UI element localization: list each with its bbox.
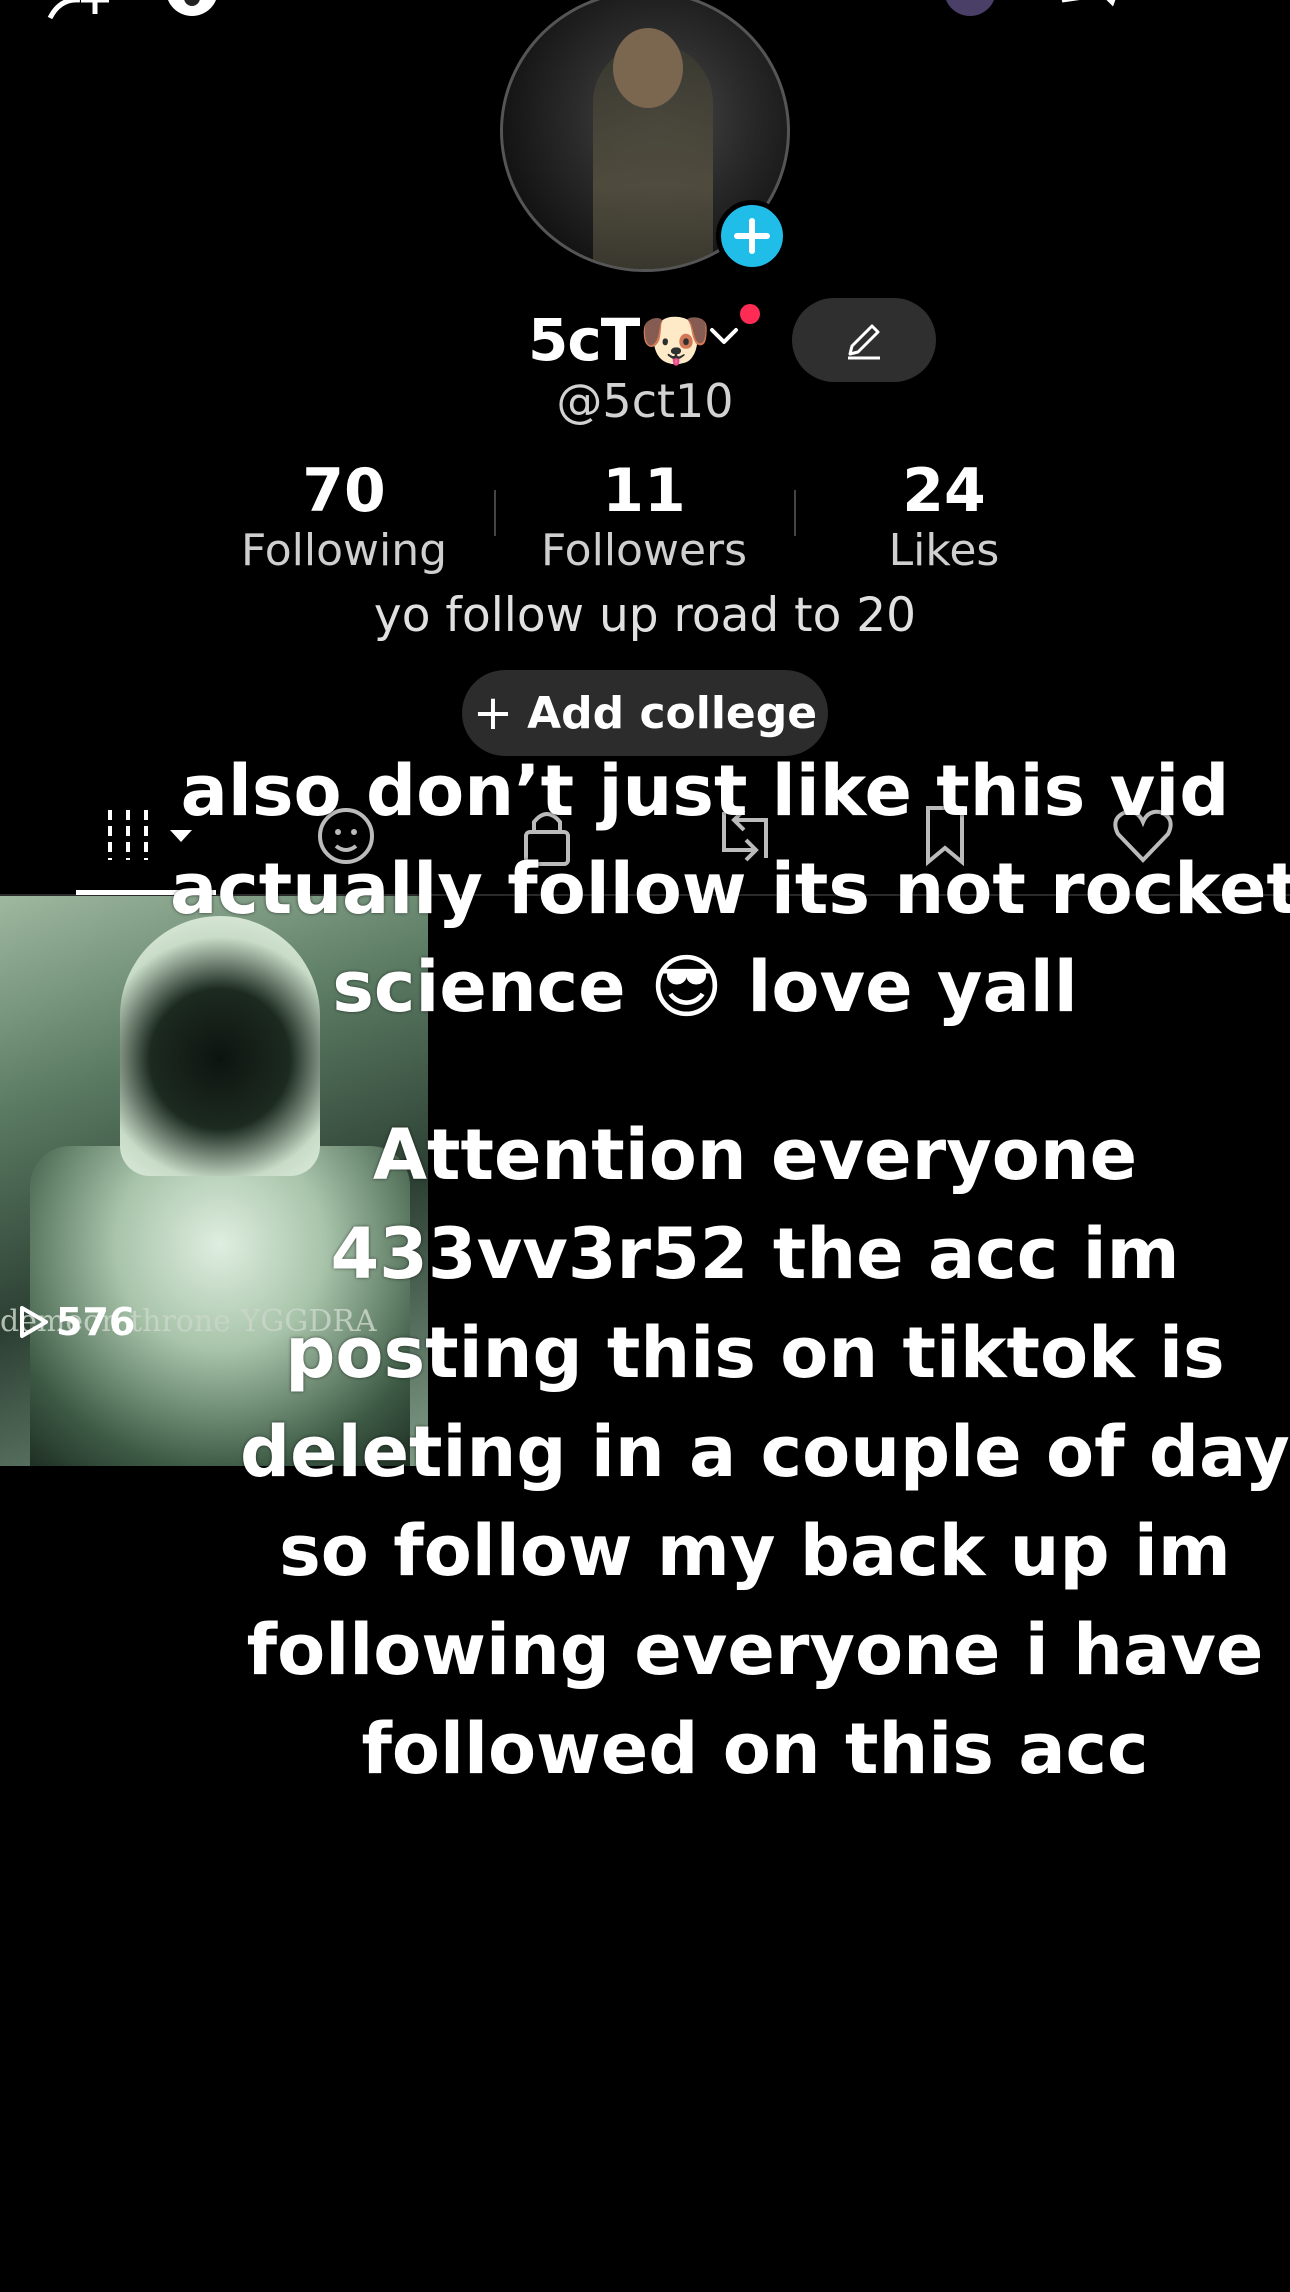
soccer-ball-icon[interactable] [160, 0, 224, 22]
notification-dot [740, 304, 760, 324]
profile-bio: yo follow up road to 20 [373, 588, 917, 643]
pencil-icon [848, 324, 880, 360]
overlay-line: Attention everyone [372, 1114, 1138, 1196]
edit-profile-button[interactable] [792, 298, 936, 382]
username-handle: @5ct10 [556, 374, 734, 428]
overlay-text-1: also don’t just like this vid actually f… [170, 742, 1290, 1036]
stat-following-label: Following [240, 525, 448, 576]
overlay-line: so follow my back up im [279, 1510, 1231, 1592]
stat-likes-value: 24 [902, 456, 986, 526]
stat-following-value: 70 [302, 456, 386, 526]
overlay-line: science 😎 love yall [332, 946, 1078, 1028]
overlay-text-2: Attention everyone 433vv3r52 the acc im … [240, 1106, 1290, 1799]
display-name: 5cT🐶 [528, 306, 712, 374]
add-story-plus-icon[interactable] [716, 200, 788, 272]
view-count: 576 [16, 1300, 135, 1344]
story-avatar-icon[interactable] [936, 0, 1016, 22]
share-icon[interactable] [1056, 0, 1126, 22]
stat-following[interactable]: 70 Following [194, 456, 494, 576]
overlay-line: 433vv3r52 the acc im [330, 1213, 1180, 1295]
stat-likes[interactable]: 24 Likes [794, 456, 1094, 576]
play-icon [20, 1306, 48, 1338]
stat-followers-label: Followers [540, 525, 748, 576]
overlay-line: also don’t just like this vid [180, 750, 1230, 832]
overlay-line: actually follow its not rocket [170, 848, 1290, 930]
stat-followers-value: 11 [602, 456, 686, 526]
menu-icon[interactable] [1180, 0, 1244, 22]
add-friend-icon[interactable] [40, 0, 110, 22]
plus-icon: + [472, 685, 514, 741]
overlay-line: posting this on tiktok is [285, 1312, 1225, 1394]
stat-followers[interactable]: 11 Followers [494, 456, 794, 576]
add-college-label: Add college [527, 687, 818, 739]
chevron-down-icon[interactable] [706, 318, 742, 354]
view-count-value: 576 [56, 1300, 136, 1344]
overlay-line: followed on this acc [361, 1708, 1149, 1790]
overlay-line: deleting in a couple of days [240, 1411, 1290, 1493]
stat-likes-label: Likes [888, 525, 1000, 576]
overlay-line: following everyone i have [246, 1609, 1264, 1691]
